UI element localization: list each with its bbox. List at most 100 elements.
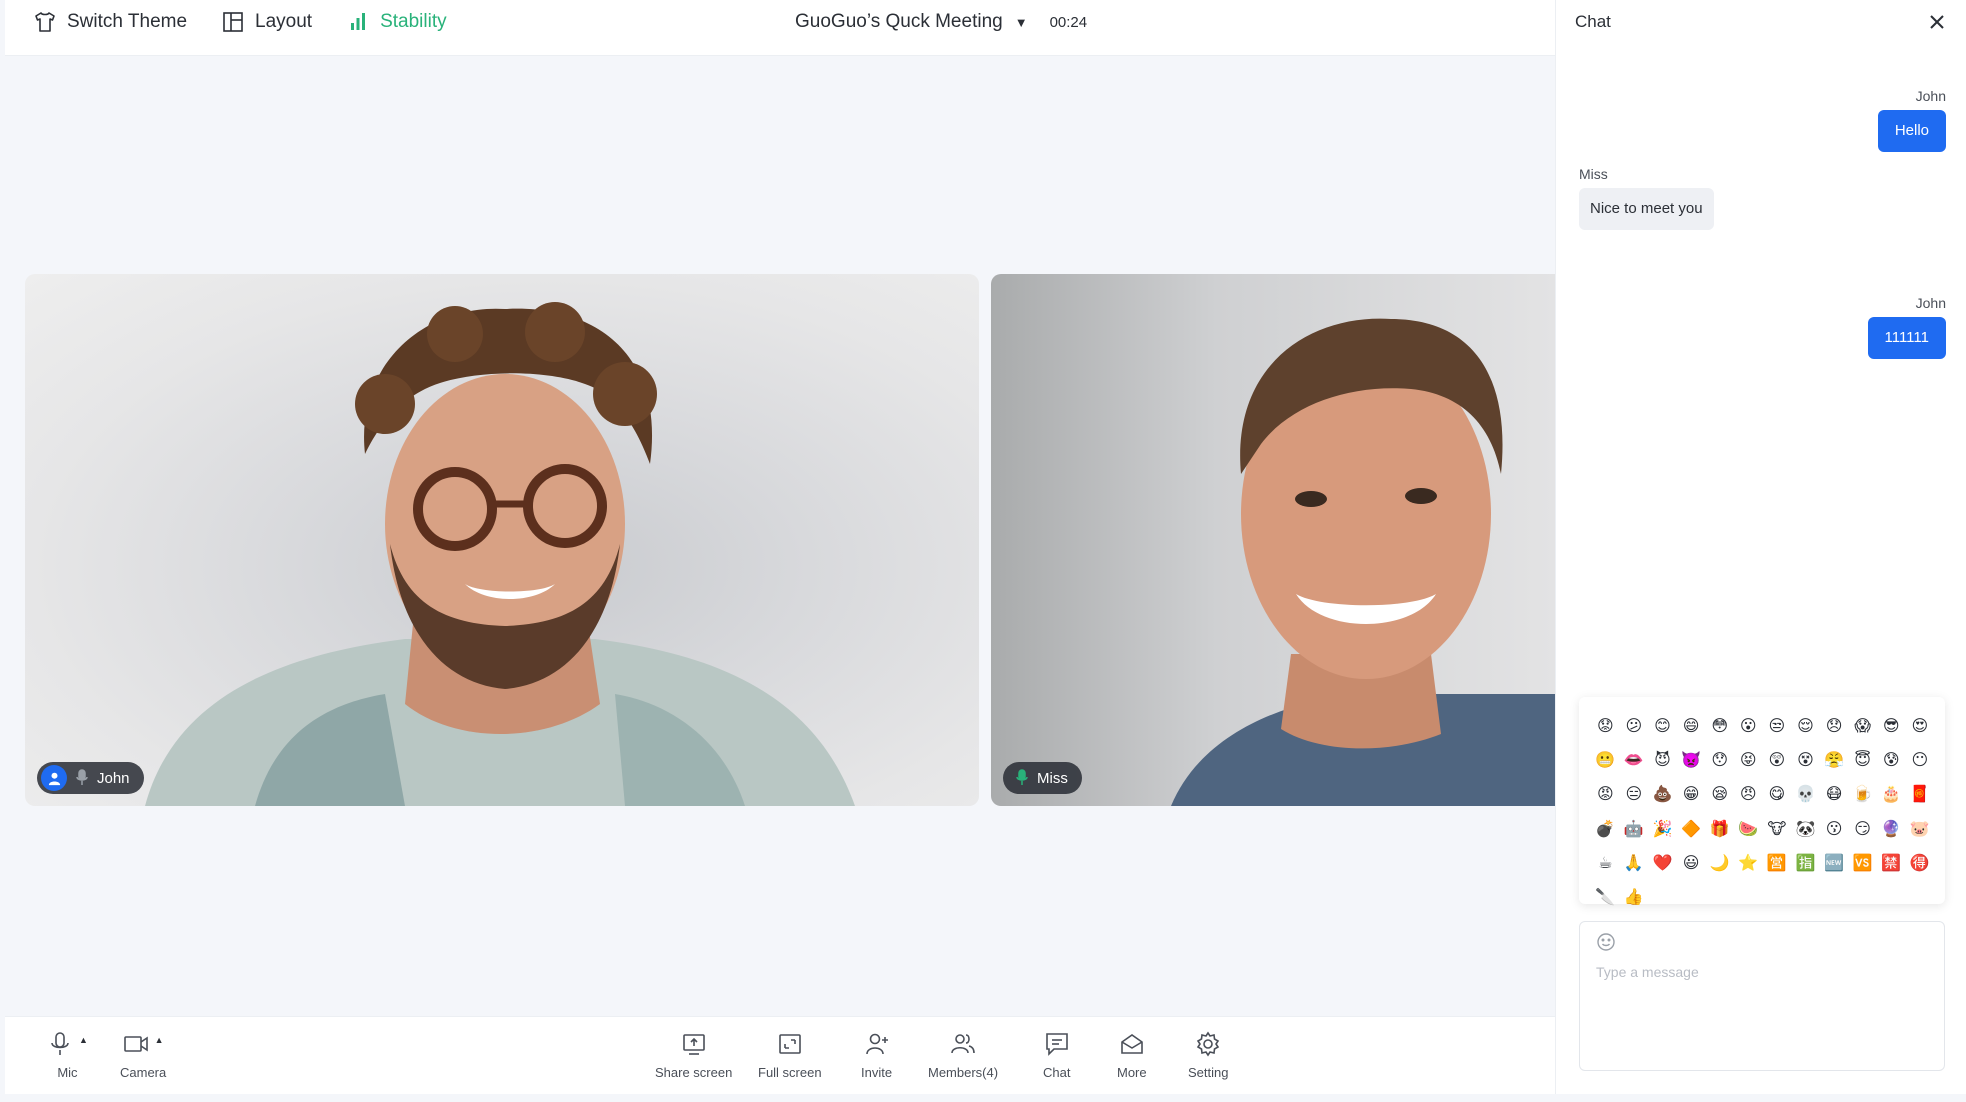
emoji-item[interactable]: 🎉: [1648, 812, 1677, 846]
emoji-item[interactable]: 😑: [1620, 777, 1649, 811]
emoji-item[interactable]: 😱: [1848, 709, 1877, 743]
emoji-item[interactable]: 👍: [1620, 880, 1649, 914]
emoji-item[interactable]: 🉐: [1906, 846, 1935, 880]
stability-button[interactable]: Stability: [346, 10, 447, 34]
emoji-item[interactable]: 💣: [1591, 812, 1620, 846]
caret-down-icon[interactable]: ▼: [1015, 15, 1028, 30]
emoji-item[interactable]: 🔶: [1677, 812, 1706, 846]
emoji-item[interactable]: 😞: [1820, 709, 1849, 743]
message-sender: John: [1915, 295, 1946, 311]
emoji-item[interactable]: 😇: [1848, 743, 1877, 777]
emoji-item[interactable]: 😡: [1591, 777, 1620, 811]
chat-message: Miss Nice to meet you: [1579, 166, 1714, 230]
emoji-item[interactable]: 💩: [1648, 777, 1677, 811]
emoji-item[interactable]: ⭐: [1734, 846, 1763, 880]
participant-video-john: [145, 302, 855, 806]
emoji-item[interactable]: 😟: [1591, 709, 1620, 743]
emoji-item[interactable]: 🙏: [1620, 846, 1649, 880]
emoji-item[interactable]: 🍺: [1848, 777, 1877, 811]
chat-message: John Hello: [1877, 88, 1946, 152]
setting-button[interactable]: Setting: [1188, 1031, 1228, 1080]
emoji-item[interactable]: 😰: [1877, 743, 1906, 777]
emoji-item[interactable]: 🍉: [1734, 812, 1763, 846]
emoji-item[interactable]: 😄: [1677, 709, 1706, 743]
video-tile-john[interactable]: John: [25, 274, 979, 806]
emoji-item[interactable]: 🧧: [1906, 777, 1935, 811]
meeting-timer: 00:24: [1049, 13, 1088, 31]
emoji-item[interactable]: 😬: [1591, 743, 1620, 777]
emoji-item[interactable]: 😈: [1648, 743, 1677, 777]
emoji-item[interactable]: 😌: [1791, 709, 1820, 743]
emoji-item[interactable]: 😒: [1763, 709, 1792, 743]
chat-message: John 111111: [1867, 295, 1946, 359]
emoji-item[interactable]: ☕: [1591, 846, 1620, 880]
mic-button[interactable]: ▲ Mic: [47, 1031, 88, 1080]
emoji-item[interactable]: 🆚: [1848, 846, 1877, 880]
emoji-item[interactable]: 🐼: [1791, 812, 1820, 846]
emoji-item[interactable]: 😠: [1734, 777, 1763, 811]
emoji-item[interactable]: 🎁: [1705, 812, 1734, 846]
emoji-item[interactable]: 😝: [1734, 743, 1763, 777]
emoji-item[interactable]: 😎: [1877, 709, 1906, 743]
emoji-item[interactable]: ❤️: [1648, 846, 1677, 880]
emoji-item[interactable]: 👄: [1620, 743, 1649, 777]
chat-panel: Chat John Hello Miss Nice to meet you Jo…: [1555, 0, 1966, 1094]
message-input[interactable]: [1596, 964, 1928, 980]
camera-options-caret-icon[interactable]: ▲: [155, 1035, 164, 1045]
emoji-item[interactable]: 😳: [1705, 709, 1734, 743]
emoji-item[interactable]: 😍: [1906, 709, 1935, 743]
message-bubble: 111111: [1867, 317, 1946, 359]
switch-theme-button[interactable]: Switch Theme: [33, 10, 187, 34]
layout-button[interactable]: Layout: [221, 10, 312, 34]
emoji-item[interactable]: 😮: [1734, 709, 1763, 743]
emoji-item[interactable]: 😁: [1677, 777, 1706, 811]
share-screen-button[interactable]: Share screen: [655, 1031, 732, 1080]
members-button[interactable]: Members(4): [928, 1031, 998, 1080]
emoji-item[interactable]: 😏: [1848, 812, 1877, 846]
add-user-icon: [865, 1033, 888, 1055]
emoji-item[interactable]: 🐷: [1906, 812, 1935, 846]
video-stage: John Miss: [5, 56, 1555, 1016]
layout-label: Layout: [255, 11, 313, 32]
emoji-item[interactable]: 🈲: [1877, 846, 1906, 880]
emoji-item[interactable]: 🈯: [1791, 846, 1820, 880]
chat-label: Chat: [1043, 1065, 1071, 1080]
emoji-item[interactable]: 💀: [1791, 777, 1820, 811]
chat-button[interactable]: Chat: [1043, 1031, 1070, 1080]
full-screen-label: Full screen: [758, 1065, 822, 1080]
emoji-item[interactable]: 😗: [1820, 812, 1849, 846]
emoji-item[interactable]: 🤖: [1620, 812, 1649, 846]
emoji-smile-icon[interactable]: [1596, 932, 1616, 952]
meeting-title-group[interactable]: GuoGuo’s Quck Meeting ▼ 00:24: [795, 0, 1087, 44]
emoji-item[interactable]: 🔪: [1591, 880, 1620, 914]
emoji-item[interactable]: 🈺: [1763, 846, 1792, 880]
camera-button[interactable]: ▲ Camera: [120, 1031, 166, 1080]
emoji-item[interactable]: 😤: [1820, 743, 1849, 777]
emoji-item[interactable]: 😪: [1705, 777, 1734, 811]
mic-options-caret-icon[interactable]: ▲: [79, 1035, 88, 1045]
video-tile-miss[interactable]: Miss: [991, 274, 1555, 806]
invite-button[interactable]: Invite: [861, 1031, 892, 1080]
emoji-item[interactable]: 🆕: [1820, 846, 1849, 880]
more-button[interactable]: More: [1117, 1031, 1147, 1080]
top-bar: Switch Theme Layout Stability GuoGuo’s Q…: [5, 0, 1555, 56]
signal-bars-icon: [351, 13, 366, 30]
emoji-item[interactable]: 😷: [1820, 777, 1849, 811]
emoji-item[interactable]: 😃: [1677, 846, 1706, 880]
emoji-item[interactable]: 😕: [1620, 709, 1649, 743]
mic-active-icon: [1015, 769, 1029, 787]
emoji-item[interactable]: 😵: [1791, 743, 1820, 777]
emoji-item[interactable]: 🔮: [1877, 812, 1906, 846]
emoji-item[interactable]: 🎂: [1877, 777, 1906, 811]
emoji-item[interactable]: 😋: [1763, 777, 1792, 811]
full-screen-button[interactable]: Full screen: [758, 1031, 822, 1080]
close-icon[interactable]: [1928, 13, 1946, 31]
emoji-item[interactable]: 😊: [1648, 709, 1677, 743]
emoji-item[interactable]: 🐮: [1763, 812, 1792, 846]
emoji-item[interactable]: 😯: [1705, 743, 1734, 777]
emoji-item[interactable]: 😲: [1763, 743, 1792, 777]
emoji-picker: 😟 😕 😊 😄 😳 😮 😒 😌 😞 😱 😎 😍 😬 👄 😈 👿 😯 😝 😲 😵 😤 😇 😰 😶 😡 😑 💩 😁 😪 😠 😋 💀 😷 🍺 🎂 🧧 💣 🤖 🎉 🔶…: [1579, 697, 1945, 906]
emoji-item[interactable]: 👿: [1677, 743, 1706, 777]
emoji-item[interactable]: 😶: [1906, 743, 1935, 777]
emoji-item[interactable]: 🌙: [1705, 846, 1734, 880]
